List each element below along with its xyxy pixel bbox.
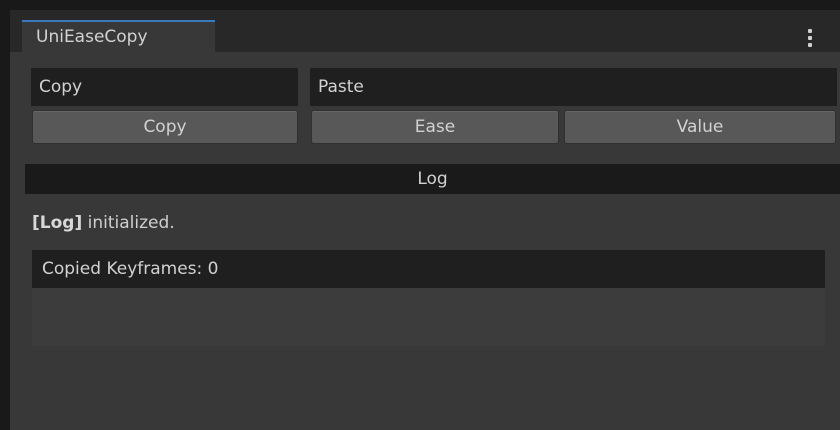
menu-dot bbox=[808, 43, 812, 47]
log-entry: [Log] initialized. bbox=[32, 208, 175, 238]
window-content: Copy Paste Copy Ease Value Log [Log] ini… bbox=[10, 52, 840, 430]
log-header: Log bbox=[25, 164, 840, 194]
status-box: Copied Keyframes: 0 bbox=[32, 250, 825, 346]
copy-section-label: Copy bbox=[31, 68, 298, 106]
editor-window: UniEaseCopy Copy Paste Copy Ease Value L… bbox=[10, 10, 840, 430]
paste-ease-button[interactable]: Ease bbox=[311, 110, 559, 144]
log-tag: [Log] bbox=[32, 213, 83, 233]
copied-keyframes-status: Copied Keyframes: 0 bbox=[32, 250, 825, 288]
tab-unieasecopy[interactable]: UniEaseCopy bbox=[22, 20, 215, 52]
tab-title: UniEaseCopy bbox=[36, 27, 148, 47]
kebab-menu-icon[interactable] bbox=[808, 29, 812, 47]
tab-bar: UniEaseCopy bbox=[10, 10, 840, 52]
paste-value-button[interactable]: Value bbox=[564, 110, 836, 144]
menu-dot bbox=[808, 29, 812, 33]
copy-button[interactable]: Copy bbox=[32, 110, 298, 144]
menu-dot bbox=[808, 36, 812, 40]
paste-section-label: Paste bbox=[310, 68, 837, 106]
log-message: initialized. bbox=[82, 213, 175, 233]
